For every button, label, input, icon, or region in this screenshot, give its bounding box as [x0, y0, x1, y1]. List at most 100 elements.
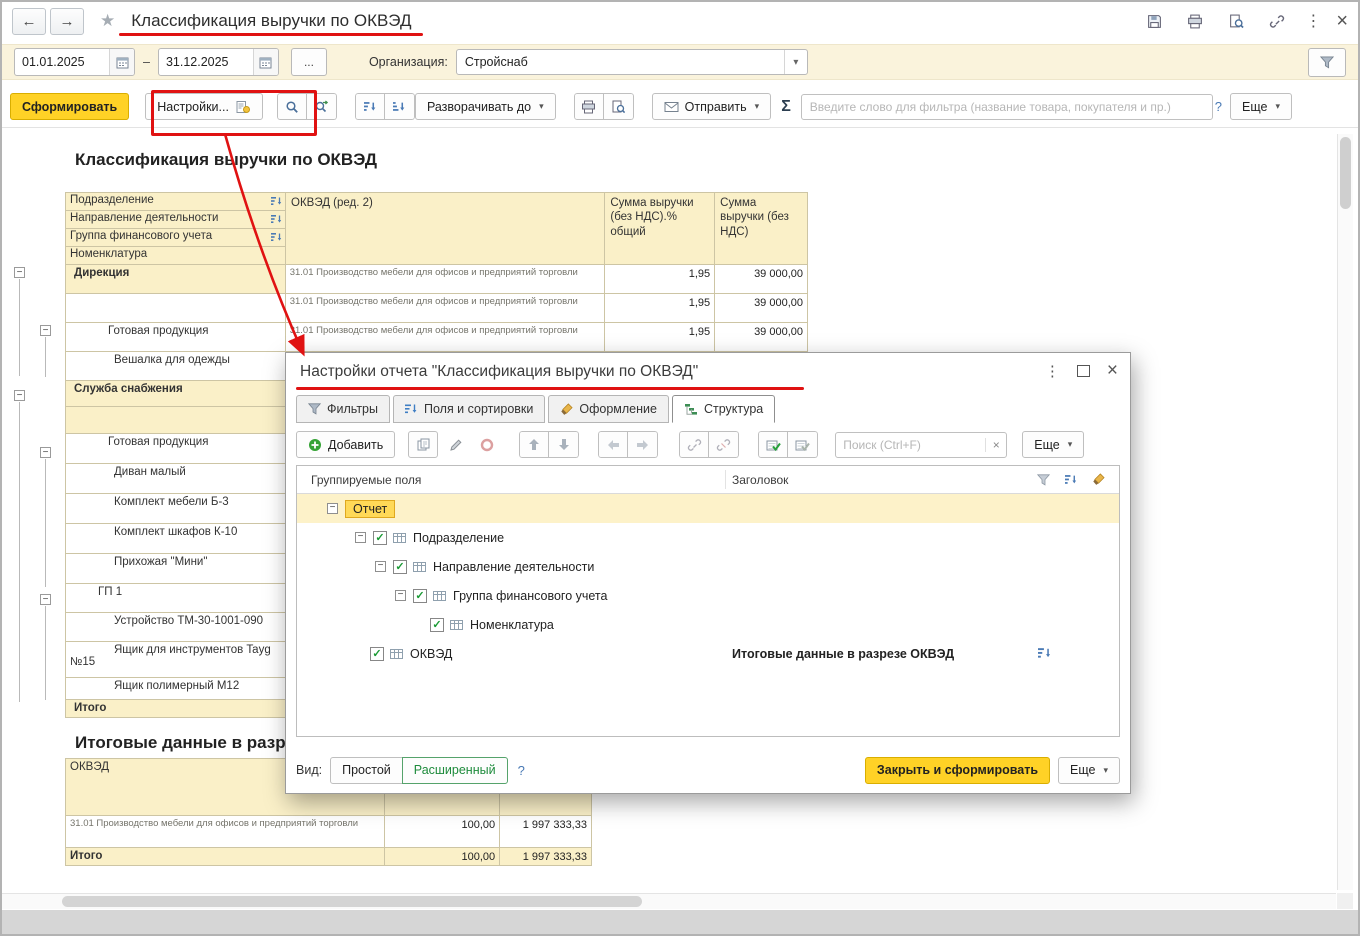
checkbox[interactable]: ✓	[370, 646, 384, 661]
row-label-cell[interactable]: Служба снабжения	[66, 381, 286, 407]
horizontal-scrollbar-thumb[interactable]	[62, 896, 642, 907]
chevron-down-icon[interactable]: ▾	[783, 50, 807, 74]
check-all-button[interactable]	[758, 431, 789, 458]
sort-icon[interactable]	[1038, 647, 1051, 663]
period-options-button[interactable]: ...	[290, 48, 327, 76]
expander-icon[interactable]: −	[327, 503, 338, 514]
date-from-input[interactable]	[15, 55, 109, 69]
dialog-maximize-icon[interactable]	[1076, 364, 1090, 377]
expander-icon[interactable]: −	[355, 532, 366, 543]
link-button[interactable]	[679, 431, 710, 458]
summary-okved-cell[interactable]: 31.01 Производство мебели для офисов и п…	[66, 816, 386, 848]
summary-sum-cell[interactable]: 1 997 333,33	[500, 816, 592, 848]
horizontal-scrollbar[interactable]	[2, 893, 1336, 909]
view-advanced-button[interactable]: Расширенный	[401, 756, 508, 784]
expand-to-button[interactable]: Разворачивать до ▾	[414, 93, 556, 120]
header-cell-sum[interactable]: Сумма выручки (без НДС)	[715, 193, 808, 265]
header-cell-podrazdelenie[interactable]: Подразделение	[66, 193, 286, 211]
header-cell-gruppa[interactable]: Группа финансового учета	[66, 229, 286, 247]
move-up-button[interactable]	[519, 431, 550, 458]
search-button[interactable]	[276, 93, 307, 120]
settings-button[interactable]: Настройки...	[145, 93, 263, 120]
summary-pct-cell[interactable]: 100,00	[385, 848, 501, 866]
row-label-cell[interactable]	[66, 407, 286, 434]
close-and-generate-button[interactable]: Закрыть и сформировать	[864, 756, 1051, 784]
row-label-cell[interactable]: Готовая продукция	[66, 323, 286, 352]
column-header[interactable]: Заголовок	[732, 473, 788, 487]
move-right-button[interactable]	[628, 431, 659, 458]
close-window-icon[interactable]: ×	[1336, 11, 1348, 31]
row-pct-cell[interactable]: 1,95	[605, 294, 716, 323]
header-cell-napravlenie[interactable]: Направление деятельности	[66, 211, 286, 229]
sum-sigma-button[interactable]: Σ	[781, 98, 791, 116]
favorite-star-icon[interactable]: ★	[100, 11, 115, 31]
edit-button[interactable]	[443, 432, 469, 458]
uncheck-all-button[interactable]	[788, 431, 819, 458]
row-sum-cell[interactable]: 39 000,00	[715, 323, 808, 352]
add-button[interactable]: Добавить	[296, 431, 396, 458]
group-collapse-button[interactable]: −	[40, 594, 51, 605]
row-pct-cell[interactable]: 1,95	[605, 265, 716, 294]
tab-structure[interactable]: Структура	[671, 395, 776, 423]
summary-okved-cell[interactable]: Итого	[66, 848, 386, 866]
row-sum-cell[interactable]: 39 000,00	[715, 294, 808, 323]
structure-more-button[interactable]: Еще ▾	[1022, 431, 1085, 458]
send-button[interactable]: Отправить ▾	[651, 93, 772, 120]
header-cell-nomenklatura[interactable]: Номенклатура	[66, 247, 286, 265]
preview-icon[interactable]	[1223, 8, 1249, 34]
header-cell-pct[interactable]: Сумма выручки (без НДС).% общий	[605, 193, 716, 265]
sort-icon[interactable]	[271, 214, 282, 228]
group-fields-button[interactable]	[408, 431, 439, 458]
search-next-button[interactable]	[306, 93, 337, 120]
help-button[interactable]: ?	[518, 763, 525, 778]
save-icon[interactable]	[1141, 8, 1167, 34]
move-down-button[interactable]	[549, 431, 580, 458]
link-icon[interactable]	[1264, 8, 1290, 34]
view-simple-button[interactable]: Простой	[330, 756, 403, 784]
sort-desc-button[interactable]	[384, 93, 415, 120]
row-label-cell[interactable]: Дирекция	[66, 265, 286, 294]
checkbox[interactable]: ✓	[373, 530, 387, 545]
structure-search-input[interactable]	[836, 437, 986, 452]
kebab-menu-icon[interactable]: ⋮	[1305, 11, 1321, 31]
expander-icon[interactable]: −	[375, 561, 386, 572]
brush-icon[interactable]	[1092, 473, 1105, 486]
group-collapse-button[interactable]: −	[14, 267, 25, 278]
column-grouped-fields[interactable]: Группируемые поля	[297, 473, 421, 487]
clear-search-icon[interactable]: ×	[985, 437, 1006, 452]
organization-combo[interactable]: Стройснаб ▾	[455, 49, 808, 75]
funnel-icon[interactable]	[1037, 473, 1050, 486]
structure-tree-row[interactable]: − ✓ Номенклатура	[297, 610, 1119, 639]
group-collapse-button[interactable]: −	[40, 447, 51, 458]
row-label-cell[interactable]: Комплект мебели Б-3	[66, 494, 286, 524]
row-pct-cell[interactable]: 1,95	[605, 323, 716, 352]
help-button[interactable]: ?	[1215, 99, 1222, 114]
row-sum-cell[interactable]: 39 000,00	[715, 265, 808, 294]
row-label-cell[interactable]: Прихожая "Мини"	[66, 554, 286, 584]
checkbox[interactable]: ✓	[413, 588, 427, 603]
sort-icon[interactable]	[271, 232, 282, 246]
date-to-input[interactable]	[158, 55, 253, 69]
row-label-cell[interactable]: Ящик полимерный М12	[66, 678, 286, 700]
vertical-scrollbar-thumb[interactable]	[1340, 137, 1351, 209]
group-collapse-button[interactable]: −	[40, 325, 51, 336]
tab-filters[interactable]: Фильтры	[296, 395, 390, 423]
more-button[interactable]: Еще ▾	[1230, 93, 1292, 120]
structure-tree-row[interactable]: − ✓ Направление деятельности	[297, 552, 1119, 581]
row-okved-cell[interactable]: 31.01 Производство мебели для офисов и п…	[285, 323, 606, 352]
print-preview-button[interactable]	[603, 93, 634, 120]
delete-button[interactable]	[474, 432, 500, 458]
row-okved-cell[interactable]: 31.01 Производство мебели для офисов и п…	[285, 294, 606, 323]
header-cell-okved[interactable]: ОКВЭД (ред. 2)	[286, 193, 606, 265]
summary-pct-cell[interactable]: 100,00	[385, 816, 501, 848]
dialog-kebab-menu-icon[interactable]: ⋮	[1045, 362, 1060, 380]
row-okved-cell[interactable]: 31.01 Производство мебели для офисов и п…	[285, 265, 606, 294]
unlink-button[interactable]	[709, 431, 740, 458]
summary-sum-cell[interactable]: 1 997 333,33	[500, 848, 592, 866]
row-label-cell[interactable]: Диван малый	[66, 464, 286, 494]
expander-icon[interactable]: −	[395, 590, 406, 601]
checkbox[interactable]: ✓	[393, 559, 407, 574]
structure-tree-row[interactable]: − ✓ Отчет	[297, 494, 1119, 523]
filter-settings-button[interactable]	[1308, 47, 1346, 77]
row-label-cell[interactable]: Ящик для инструментов Tayg №15	[66, 642, 286, 678]
